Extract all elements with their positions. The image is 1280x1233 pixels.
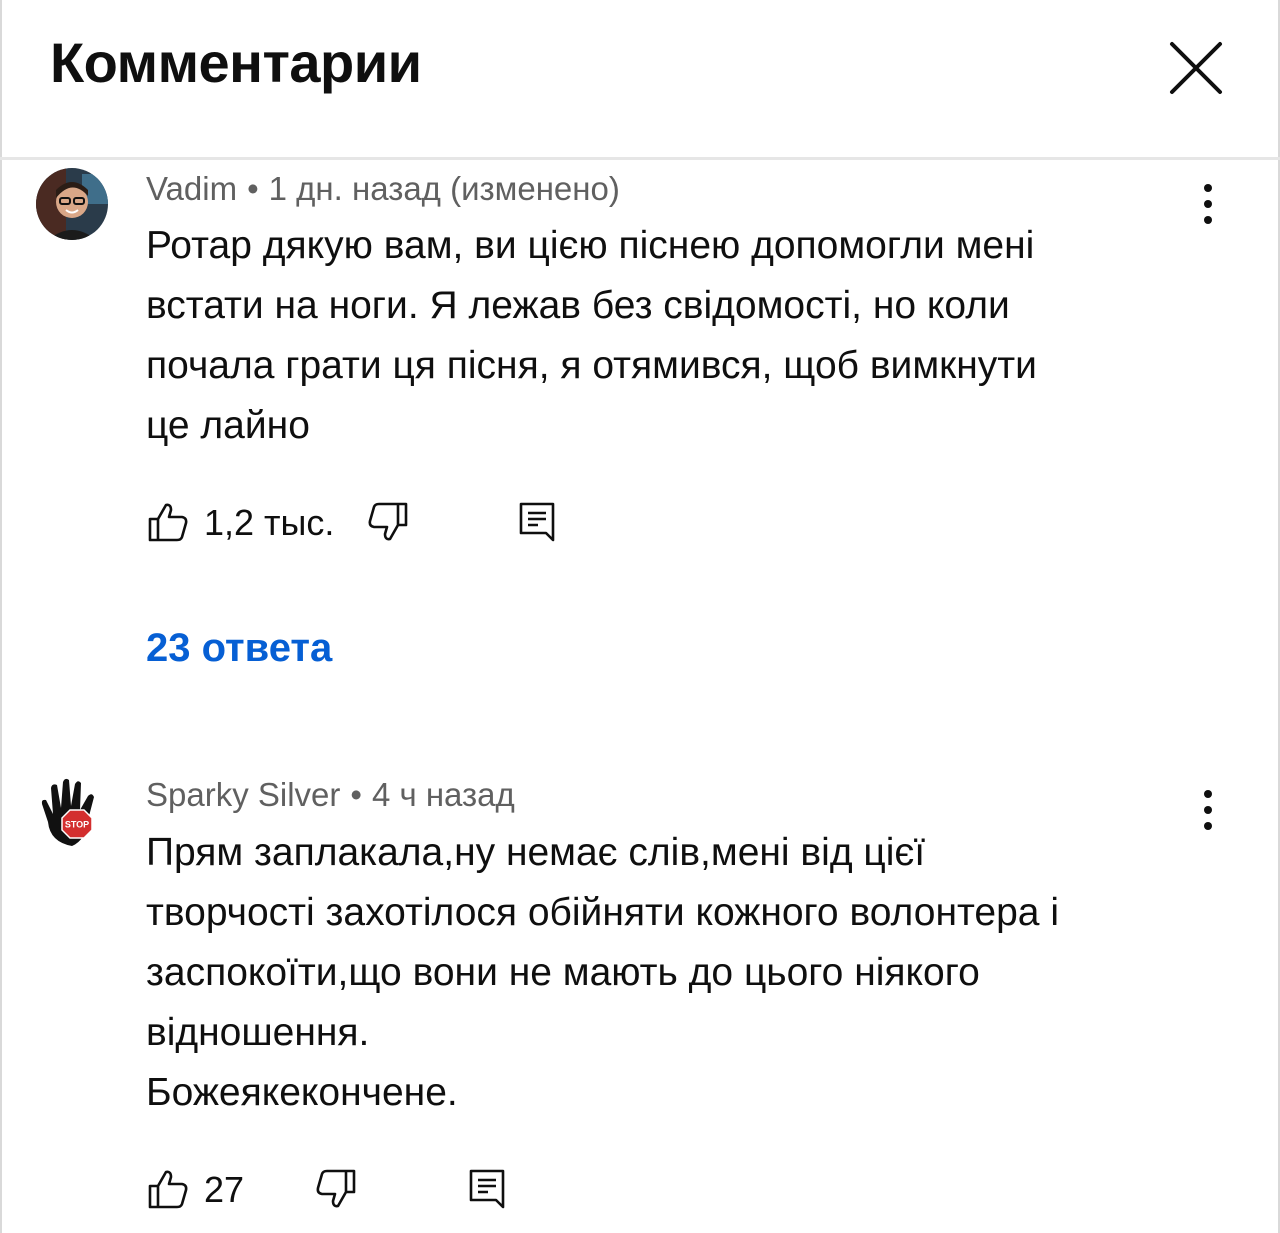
comment-author[interactable]: Sparky Silver [146, 776, 340, 813]
like-count: 1,2 тыс. [204, 502, 335, 543]
like-button[interactable] [146, 1167, 190, 1211]
thumb-up-icon [148, 1170, 188, 1209]
like-count: 27 [204, 1169, 245, 1210]
comment-text-line: це лайно [146, 404, 310, 447]
comment-text-line: Божеякекончене. [146, 1071, 458, 1114]
comment-text-line: творчості захотілося обійняти кожного во… [146, 891, 1059, 934]
comment-meta: Vadim • 1 дн. назад (изменено) [146, 170, 620, 208]
comment-text-line: Прям заплакала,ну немає слів,мені від ці… [146, 831, 926, 874]
comment-text: Ротар дякую вам, ви цією піснею допомогл… [146, 216, 1206, 456]
comment-time: 4 ч назад [371, 776, 515, 813]
avatar[interactable]: STOP [36, 776, 108, 848]
thumb-up-icon [148, 503, 188, 542]
comment-actions: 27 [146, 1167, 846, 1217]
dislike-button[interactable] [366, 500, 410, 544]
reply-button[interactable] [466, 1167, 510, 1211]
meta-separator: • [350, 776, 362, 813]
comment-text-line: почала грати ця пісня, я отямився, щоб в… [146, 344, 1037, 387]
meta-separator: • [247, 170, 259, 207]
view-replies-button[interactable]: 23 ответа [146, 626, 332, 671]
comment-actions: 1,2 тыс. [146, 500, 846, 550]
reply-button[interactable] [516, 500, 560, 544]
avatar[interactable] [36, 168, 108, 240]
comment-text-line: відношення. [146, 1011, 370, 1054]
close-button[interactable] [1166, 38, 1226, 98]
thumb-down-icon [316, 1169, 356, 1208]
reply-comment-icon [519, 502, 555, 542]
comment-time: 1 дн. назад (изменено) [268, 170, 620, 207]
like-button[interactable] [146, 500, 190, 544]
panel-title: Комментарии [50, 31, 422, 94]
close-icon [1170, 42, 1222, 94]
comment-text-line: Ротар дякую вам, ви цією піснею допомогл… [146, 224, 1035, 267]
comment-text: Прям заплакала,ну немає слів,мені від ці… [146, 823, 1206, 1123]
comment-meta: Sparky Silver • 4 ч назад [146, 776, 515, 814]
dislike-button[interactable] [314, 1167, 358, 1211]
comment-text-line: встати на ноги. Я лежав без свідомості, … [146, 284, 1010, 327]
comment-text-line: заспокоїти,що вони не мають до цього нія… [146, 951, 980, 994]
stop-stamp: STOP [65, 820, 89, 830]
comment-author[interactable]: Vadim [146, 170, 237, 207]
reply-comment-icon [469, 1169, 505, 1209]
comments-header: Комментарии [0, 0, 1280, 160]
thumb-down-icon [368, 502, 408, 541]
